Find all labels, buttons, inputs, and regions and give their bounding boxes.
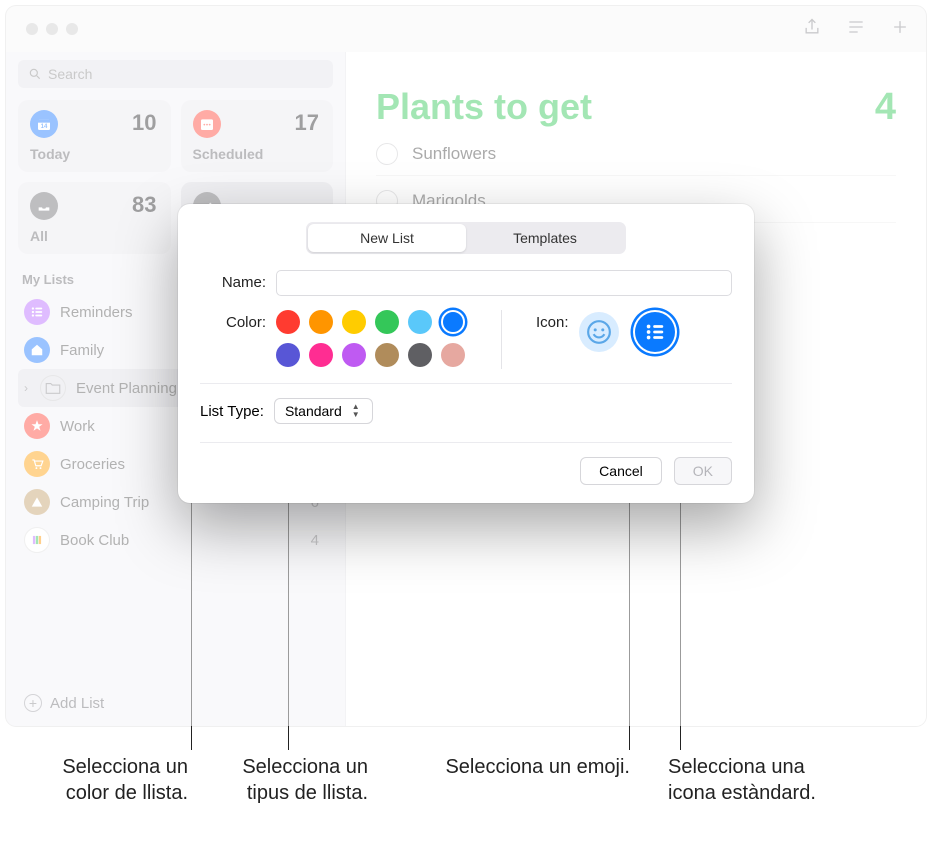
new-list-dialog: New List Templates Name: Color: Icon:	[178, 204, 754, 503]
chevron-up-down-icon: ▲▼	[352, 402, 366, 420]
icon-choice-emoji[interactable]	[579, 312, 619, 352]
dialog-tabs[interactable]: New List Templates	[306, 222, 626, 254]
callout-type: Selecciona un tipus de llista.	[228, 754, 368, 806]
color-swatches	[276, 310, 467, 369]
tab-templates[interactable]: Templates	[466, 224, 624, 252]
color-swatch[interactable]	[342, 310, 366, 334]
color-swatch[interactable]	[441, 343, 465, 367]
color-swatch[interactable]	[408, 343, 432, 367]
color-swatch[interactable]	[276, 343, 300, 367]
tab-new-list[interactable]: New List	[308, 224, 466, 252]
cancel-button[interactable]: Cancel	[580, 457, 662, 485]
vertical-divider	[501, 310, 502, 369]
callout-standard: Selecciona una icona estàndard.	[668, 754, 828, 806]
callout-color: Selecciona un color de llista.	[48, 754, 188, 806]
divider	[200, 383, 732, 384]
list-bullet-icon	[644, 321, 666, 343]
color-swatch[interactable]	[408, 310, 432, 334]
color-swatch[interactable]	[375, 343, 399, 367]
color-label: Color:	[200, 310, 266, 331]
color-swatch[interactable]	[441, 310, 465, 334]
name-input[interactable]	[276, 270, 732, 296]
icon-label: Icon:	[536, 310, 569, 331]
list-type-value: Standard	[285, 403, 342, 419]
list-type-select[interactable]: Standard ▲▼	[274, 398, 373, 424]
color-swatch[interactable]	[342, 343, 366, 367]
color-swatch[interactable]	[375, 310, 399, 334]
app-window: Search 14 10 Today 17 Scheduled	[6, 6, 926, 726]
icon-choice-standard[interactable]	[635, 312, 675, 352]
name-label: Name:	[200, 270, 266, 291]
callout-emoji: Selecciona un emoji.	[440, 754, 630, 780]
ok-button: OK	[674, 457, 732, 485]
color-swatch[interactable]	[309, 310, 333, 334]
color-swatch[interactable]	[309, 343, 333, 367]
color-swatch[interactable]	[276, 310, 300, 334]
list-type-label: List Type:	[200, 403, 264, 420]
smiley-icon	[586, 319, 612, 345]
